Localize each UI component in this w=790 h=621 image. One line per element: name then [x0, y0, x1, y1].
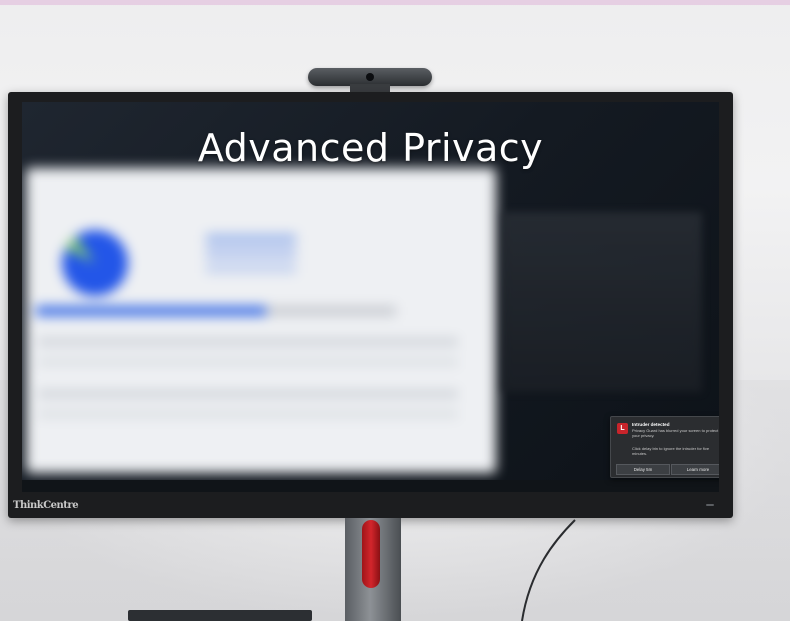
power-cable — [521, 519, 576, 621]
